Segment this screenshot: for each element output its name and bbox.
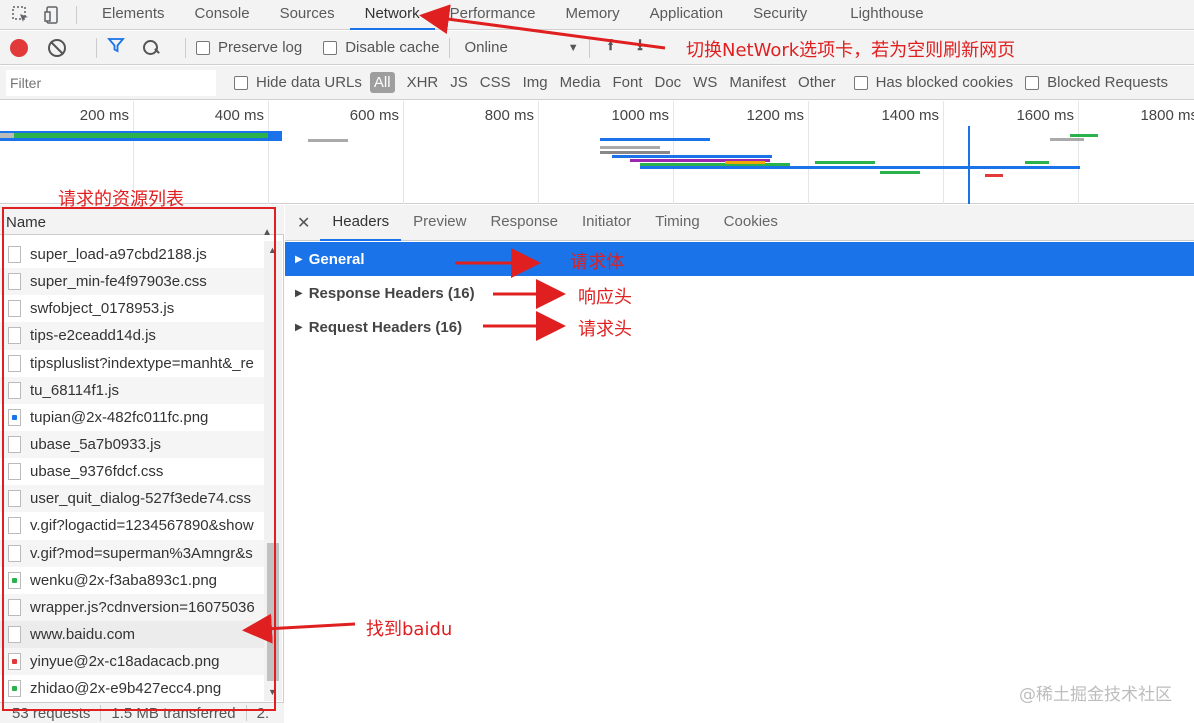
- annotation-response-header: 响应头: [578, 287, 632, 308]
- annotation-find-baidu: 找到baidu: [366, 619, 453, 640]
- annotation-resource-list: 请求的资源列表: [58, 189, 184, 210]
- watermark: @稀土掘金技术社区: [1019, 685, 1172, 705]
- annotation-request-body: 请求体: [570, 252, 624, 273]
- annotation-request-header: 请求头: [578, 319, 632, 340]
- annotation-arrow: [242, 613, 356, 644]
- annotation-arrow: [419, 4, 666, 50]
- annotation-arrows: [242, 4, 666, 644]
- annotation-switch-tab: 切换NetWork选项卡，若为空则刷新网页: [686, 40, 1016, 61]
